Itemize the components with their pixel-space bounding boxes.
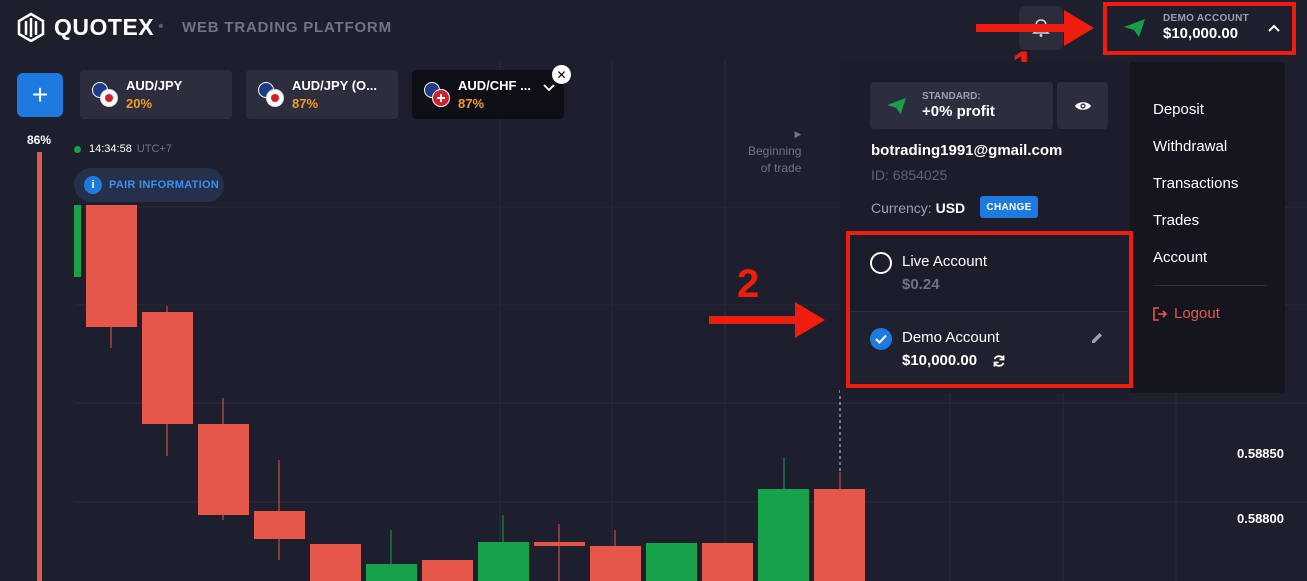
annotation-number-2: 2	[737, 262, 760, 306]
pair-information-button[interactable]: i PAIR INFORMATION	[74, 168, 224, 202]
candle	[478, 515, 529, 581]
aud-chf-flag-icon	[424, 81, 450, 108]
annotation-arrow-2	[709, 302, 825, 338]
chevron-down-icon	[543, 83, 555, 91]
quotex-logo[interactable]: QUOTEX	[16, 12, 154, 42]
highlight-box-account	[1103, 2, 1296, 55]
candle	[702, 543, 753, 581]
asset-tab-name: AUD/JPY	[126, 78, 183, 93]
price-label: 0.58800	[1237, 511, 1284, 526]
close-tab-button[interactable]: ✕	[552, 65, 571, 84]
candle	[142, 306, 193, 456]
logo-text: QUOTEX	[54, 13, 155, 40]
asset-tab-aud-jpy[interactable]: AUD/JPY 20%	[80, 70, 232, 119]
account-profit: +0% profit	[922, 103, 995, 120]
close-icon: ✕	[556, 67, 567, 82]
timezone: UTC+7	[136, 143, 172, 155]
asset-tab-aud-jpy-otc[interactable]: AUD/JPY (O... 87%	[246, 70, 398, 119]
candle	[758, 458, 809, 581]
eye-icon	[1074, 101, 1091, 110]
menu-item-deposit[interactable]: Deposit	[1153, 101, 1204, 118]
play-icon: ▶	[794, 129, 802, 139]
asset-tab-payout: 20%	[126, 96, 153, 111]
candle	[814, 472, 865, 581]
header-separator: •	[158, 18, 164, 35]
menu-item-withdrawal[interactable]: Withdrawal	[1153, 138, 1227, 155]
annotation-arrow-1	[976, 10, 1094, 46]
candle	[534, 524, 585, 581]
currency-info: Currency: USD	[871, 200, 966, 216]
quotex-logo-icon	[17, 12, 45, 42]
account-level-card[interactable]: STANDARD: +0% profit	[870, 82, 1053, 129]
price-label: 0.58850	[1237, 446, 1284, 461]
highlight-box-accounts	[846, 231, 1133, 388]
user-id: ID: 6854025	[871, 167, 948, 183]
live-dot-icon	[74, 145, 81, 153]
candle	[86, 205, 137, 348]
asset-tab-payout: 87%	[458, 96, 485, 111]
plus-icon: +	[31, 79, 49, 110]
logout-label: Logout	[1174, 305, 1220, 322]
candle	[422, 560, 473, 581]
account-level-label: STANDARD:	[922, 91, 981, 102]
beginning-of-trade-label: ▶ Beginning of trade	[748, 126, 801, 177]
menu-item-trades[interactable]: Trades	[1153, 212, 1199, 229]
currency-value: USD	[935, 200, 966, 216]
header-subtitle: WEB TRADING PLATFORM	[182, 19, 392, 36]
server-time: 14:34:58 UTC+7	[74, 143, 172, 155]
aud-jpy-flag-icon	[92, 81, 118, 108]
menu-divider	[1153, 285, 1267, 286]
pair-information-label: PAIR INFORMATION	[109, 179, 220, 191]
candle	[198, 398, 249, 520]
time-value: 14:34:58	[89, 143, 132, 155]
paper-plane-icon	[887, 97, 906, 114]
volume-indicator	[74, 205, 81, 277]
sentiment-percent: 86%	[27, 133, 52, 147]
asset-tab-name: AUD/CHF ...	[458, 78, 531, 93]
candle	[590, 530, 641, 581]
info-icon: i	[84, 176, 102, 194]
change-currency-button[interactable]: CHANGE	[980, 196, 1038, 218]
candle	[254, 460, 305, 560]
user-email: botrading1991@gmail.com	[871, 142, 1063, 159]
asset-tab-aud-chf[interactable]: AUD/CHF ... 87%	[412, 70, 564, 119]
logout-button[interactable]: Logout	[1153, 305, 1220, 322]
candle	[366, 530, 417, 581]
logout-icon	[1153, 306, 1167, 321]
menu-item-transactions[interactable]: Transactions	[1153, 175, 1238, 192]
sentiment-bar	[37, 152, 42, 581]
aud-jpy-flag-icon	[258, 81, 284, 108]
candle	[310, 544, 361, 581]
asset-tab-payout: 87%	[292, 96, 319, 111]
add-asset-button[interactable]: +	[17, 73, 63, 117]
asset-tab-name: AUD/JPY (O...	[292, 78, 378, 93]
menu-item-account[interactable]: Account	[1153, 249, 1207, 266]
candle	[646, 543, 697, 581]
toggle-balance-visibility-button[interactable]	[1057, 82, 1108, 129]
